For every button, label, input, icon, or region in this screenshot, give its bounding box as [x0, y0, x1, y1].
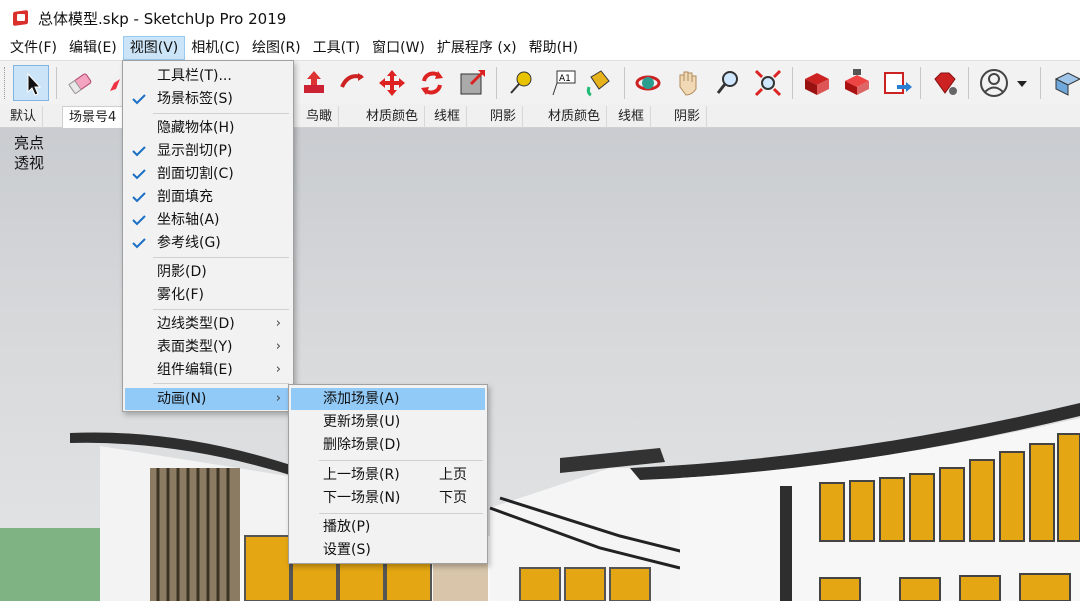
shortcut-label: 上页 — [439, 467, 467, 483]
view-menu-scene-tabs[interactable]: 场景标签(S) — [125, 88, 291, 110]
view-menu-section-planes[interactable]: 显示剖切(P) — [125, 140, 291, 162]
animation-submenu: 添加场景(A) 更新场景(U) 删除场景(D) 上一场景(R) 上页 下一场景(… — [288, 384, 488, 564]
chevron-right-icon: › — [275, 362, 281, 377]
tape-measure-icon[interactable] — [503, 65, 539, 101]
menu-file[interactable]: 文件(F) — [4, 36, 63, 60]
view-menu-guides[interactable]: 参考线(G) — [125, 232, 291, 254]
animation-settings[interactable]: 设置(S) — [291, 539, 485, 561]
view-menu-dropdown: 工具栏(T)... 场景标签(S) 隐藏物体(H) 显示剖切(P) 剖面切割(C… — [122, 60, 294, 412]
scene-tab-wireframe-2[interactable]: 线框 — [612, 106, 652, 128]
rotate-icon[interactable] — [414, 65, 450, 101]
toolbar-grip[interactable] — [4, 67, 7, 99]
extension-manager-icon[interactable] — [927, 65, 963, 101]
view-menu-toolbars[interactable]: 工具栏(T)... — [125, 65, 291, 87]
view-menu-section-fill[interactable]: 剖面填充 — [125, 186, 291, 208]
view-menu-fog[interactable]: 雾化(F) — [125, 284, 291, 306]
menu-view[interactable]: 视图(V) — [122, 36, 186, 60]
animation-next-scene[interactable]: 下一场景(N) 下页 — [291, 487, 485, 509]
view-menu-animation[interactable]: 动画(N) › — [125, 388, 291, 410]
checkmark-icon — [132, 232, 146, 254]
scale-icon[interactable] — [454, 65, 490, 101]
view-menu-axes[interactable]: 坐标轴(A) — [125, 209, 291, 231]
animation-play[interactable]: 播放(P) — [291, 516, 485, 538]
checkmark-icon — [132, 88, 146, 110]
animation-update-scene[interactable]: 更新场景(U) — [291, 411, 485, 433]
chevron-right-icon: › — [275, 339, 281, 354]
chevron-right-icon: › — [275, 391, 281, 406]
window-title: 总体模型.skp - SketchUp Pro 2019 — [38, 9, 287, 28]
checkmark-icon — [132, 186, 146, 208]
scene-tab-shadow[interactable]: 阴影 — [484, 106, 524, 128]
svg-text:A1: A1 — [559, 74, 571, 84]
view-iso-icon[interactable] — [1048, 65, 1080, 101]
account-dropdown-icon[interactable] — [1012, 65, 1032, 101]
account-icon[interactable] — [976, 65, 1012, 101]
right-column — [780, 486, 792, 601]
follow-me-icon[interactable] — [334, 65, 370, 101]
menu-draw[interactable]: 绘图(R) — [246, 36, 307, 60]
scene-tab-default[interactable]: 默认 — [4, 106, 44, 128]
scene-tab-scene4[interactable]: 场景号4 — [62, 106, 124, 128]
menu-help[interactable]: 帮助(H) — [523, 36, 584, 60]
view-menu-edge-style[interactable]: 边线类型(D) › — [125, 313, 291, 335]
eraser-icon[interactable] — [62, 65, 98, 101]
text-icon[interactable]: A1 — [543, 65, 579, 101]
layout-send-icon[interactable] — [879, 65, 915, 101]
shortcut-label: 下页 — [439, 490, 467, 506]
scene-tab-birdseye[interactable]: 鸟瞰 — [300, 106, 340, 128]
middle-yellow-panels — [519, 567, 651, 601]
menu-camera[interactable]: 相机(C) — [185, 36, 246, 60]
scene-tab-shadow-2[interactable]: 阴影 — [668, 106, 708, 128]
view-menu-section-cuts[interactable]: 剖面切割(C) — [125, 163, 291, 185]
menu-extensions[interactable]: 扩展程序 (x) — [431, 36, 523, 60]
menu-bar: 文件(F) 编辑(E) 视图(V) 相机(C) 绘图(R) 工具(T) 窗口(W… — [0, 36, 1080, 60]
checkmark-icon — [132, 163, 146, 185]
move-icon[interactable] — [374, 65, 410, 101]
view-menu-hidden-geometry[interactable]: 隐藏物体(H) — [125, 117, 291, 139]
scene-tab-wireframe[interactable]: 线框 — [428, 106, 468, 128]
pan-icon[interactable] — [670, 65, 706, 101]
animation-delete-scene[interactable]: 删除场景(D) — [291, 434, 485, 456]
animation-previous-scene[interactable]: 上一场景(R) 上页 — [291, 464, 485, 486]
zoom-icon[interactable] — [710, 65, 746, 101]
checkmark-icon — [132, 140, 146, 162]
sketchup-logo-icon — [12, 9, 30, 27]
title-bar: 总体模型.skp - SketchUp Pro 2019 — [0, 0, 1080, 36]
menu-tools[interactable]: 工具(T) — [307, 36, 366, 60]
menu-edit[interactable]: 编辑(E) — [63, 36, 123, 60]
view-menu-shadows[interactable]: 阴影(D) — [125, 261, 291, 283]
3d-warehouse-icon[interactable] — [799, 65, 835, 101]
view-menu-face-style[interactable]: 表面类型(Y) › — [125, 336, 291, 358]
chevron-right-icon: › — [275, 316, 281, 331]
orbit-icon[interactable] — [630, 65, 666, 101]
extension-warehouse-icon[interactable] — [839, 65, 875, 101]
view-menu-component-edit[interactable]: 组件编辑(E) › — [125, 359, 291, 381]
paint-bucket-icon[interactable] — [581, 65, 617, 101]
push-pull-icon[interactable] — [296, 65, 332, 101]
scene-tab-material-color[interactable]: 材质颜色 — [360, 106, 426, 128]
checkmark-icon — [132, 209, 146, 231]
scene-tab-material-color-2[interactable]: 材质颜色 — [542, 106, 608, 128]
animation-add-scene[interactable]: 添加场景(A) — [291, 388, 485, 410]
menu-window[interactable]: 窗口(W) — [366, 36, 431, 60]
zoom-extents-icon[interactable] — [750, 65, 786, 101]
select-tool-icon[interactable] — [13, 65, 49, 101]
